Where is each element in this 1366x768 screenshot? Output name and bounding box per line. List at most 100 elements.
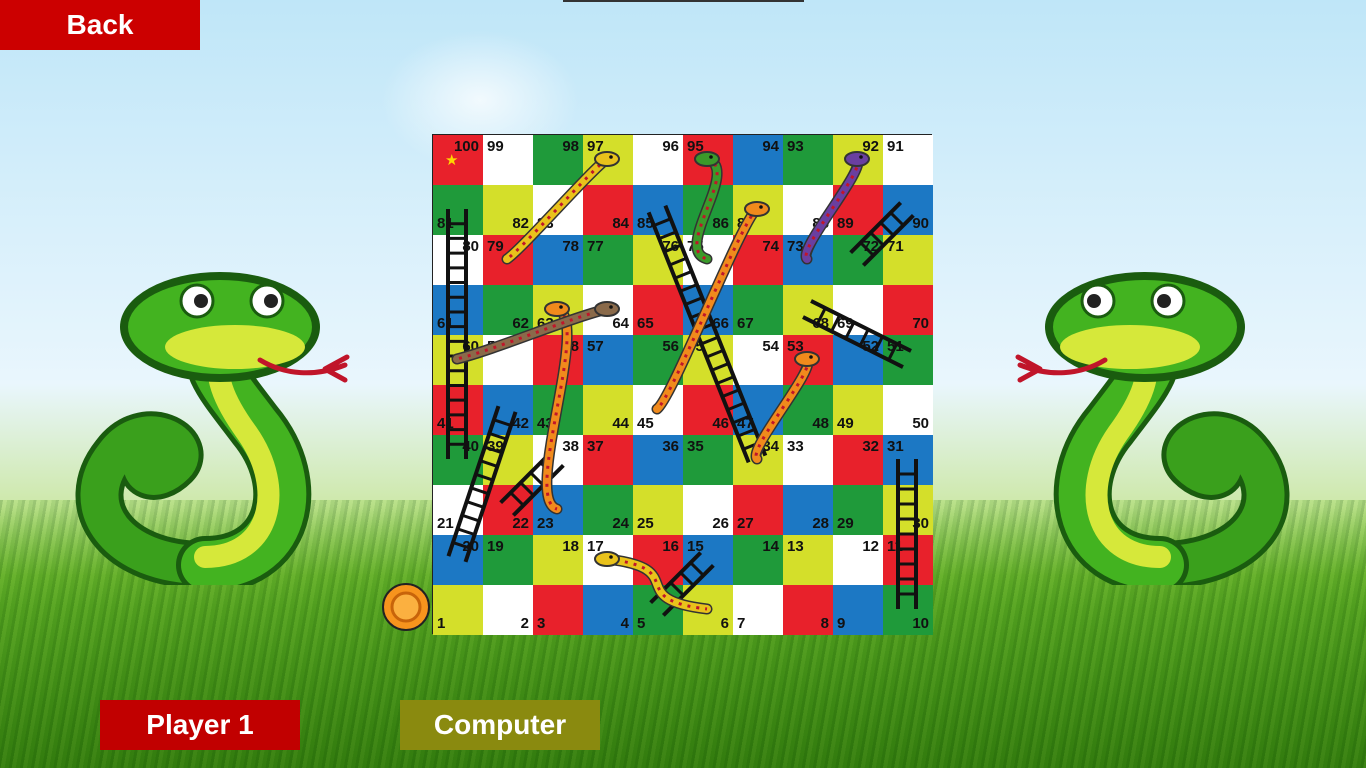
cell-number: 84 [612,215,629,232]
cell-number: 31 [887,438,904,455]
cell-number: 66 [712,315,729,332]
cell-number: 36 [662,438,679,455]
game-board[interactable]: 100 ★ 99 98 97 96 95 94 93 92 91 81 82 83 84 85 86 87 88 89… [432,134,933,635]
board-cell: 67 [733,285,783,335]
star-icon: ★ [445,152,459,169]
computer-button[interactable]: Computer [400,700,600,750]
board-cell: 60 [433,335,483,385]
board-cell: 53 [783,335,833,385]
board-cell: 71 [883,235,933,285]
cell-number: 1 [437,615,446,632]
cell-number: 81 [437,215,454,232]
cell-number: 23 [537,515,554,532]
left-snake-mascot [75,272,350,585]
cell-number: 82 [512,215,529,232]
board-cell: 39 [483,435,533,485]
cell-number: 73 [787,238,804,255]
cell-number: 90 [912,215,929,232]
board-cell: 30 [883,485,933,535]
back-button[interactable]: Back [0,0,200,50]
board-cell: 3 [533,585,583,635]
board-cell: 19 [483,535,533,585]
cell-number: 86 [712,215,729,232]
board-cell: 47 [733,385,783,435]
board-cell: 4 [583,585,633,635]
board-cell: 22 [483,485,533,535]
board-cell: 34 [733,435,783,485]
board-cell: 96 [633,135,683,185]
cell-number: 35 [687,438,704,455]
cell-number: 78 [562,238,579,255]
cell-number: 62 [512,315,529,332]
board-cell: 17 [583,535,633,585]
cell-number: 93 [787,138,804,155]
cell-number: 29 [837,515,854,532]
cell-number: 72 [862,238,879,255]
board-cell: 38 [533,435,583,485]
cell-number: 89 [837,215,854,232]
board-cell: 28 [783,485,833,535]
cell-number: 49 [837,415,854,432]
cell-number: 20 [462,538,479,555]
board-cell: 62 [483,285,533,335]
board-cell: 76 [633,235,683,285]
board-cell: 97 [583,135,633,185]
cell-number: 54 [762,338,779,355]
board-cell: 11 [883,535,933,585]
board-cell: 57 [583,335,633,385]
cell-number: 34 [762,438,779,455]
cell-number: 64 [612,315,629,332]
cell-number: 50 [912,415,929,432]
board-cell: 86 [683,185,733,235]
board-cell: 92 [833,135,883,185]
cell-number: 14 [762,538,779,555]
board-cell: 42 [483,385,533,435]
cell-number: 71 [887,238,904,255]
board-cell: 12 [833,535,883,585]
board-cell: 69 [833,285,883,335]
cell-number: 39 [487,438,504,455]
board-cell: 82 [483,185,533,235]
cell-number: 68 [812,315,829,332]
board-cell: 72 [833,235,883,285]
cell-number: 65 [637,315,654,332]
cell-number: 96 [662,138,679,155]
cell-number: 45 [637,415,654,432]
cell-number: 91 [887,138,904,155]
board-cell: 66 [683,285,733,335]
board-cell: 7 [733,585,783,635]
board-cell: 89 [833,185,883,235]
cell-number: 67 [737,315,754,332]
board-cell: 74 [733,235,783,285]
board-cell: 49 [833,385,883,435]
board-cell: 95 [683,135,733,185]
board-cell: 75 [683,235,733,285]
cell-number: 60 [462,338,479,355]
cell-number: 12 [862,538,879,555]
cell-number: 58 [562,338,579,355]
board-cell: 26 [683,485,733,535]
cell-number: 24 [612,515,629,532]
board-cell: 24 [583,485,633,535]
cell-number: 99 [487,138,504,155]
board-cell: 36 [633,435,683,485]
cell-number: 10 [912,615,929,632]
cell-number: 53 [787,338,804,355]
cell-number: 27 [737,515,754,532]
board-cell: 2 [483,585,533,635]
board-cell: 85 [633,185,683,235]
cell-number: 52 [862,338,879,355]
player1-button[interactable]: Player 1 [100,700,300,750]
board-cell: 88 [783,185,833,235]
cell-number: 40 [462,438,479,455]
board-cell: 87 [733,185,783,235]
cell-number: 5 [637,615,646,632]
cell-number: 38 [562,438,579,455]
board-cell: 91 [883,135,933,185]
board-cell: 73 [783,235,833,285]
board-cell: 40 [433,435,483,485]
board-cell: 65 [633,285,683,335]
cell-number: 74 [762,238,779,255]
player-token[interactable] [381,582,431,632]
cell-number: 42 [512,415,529,432]
